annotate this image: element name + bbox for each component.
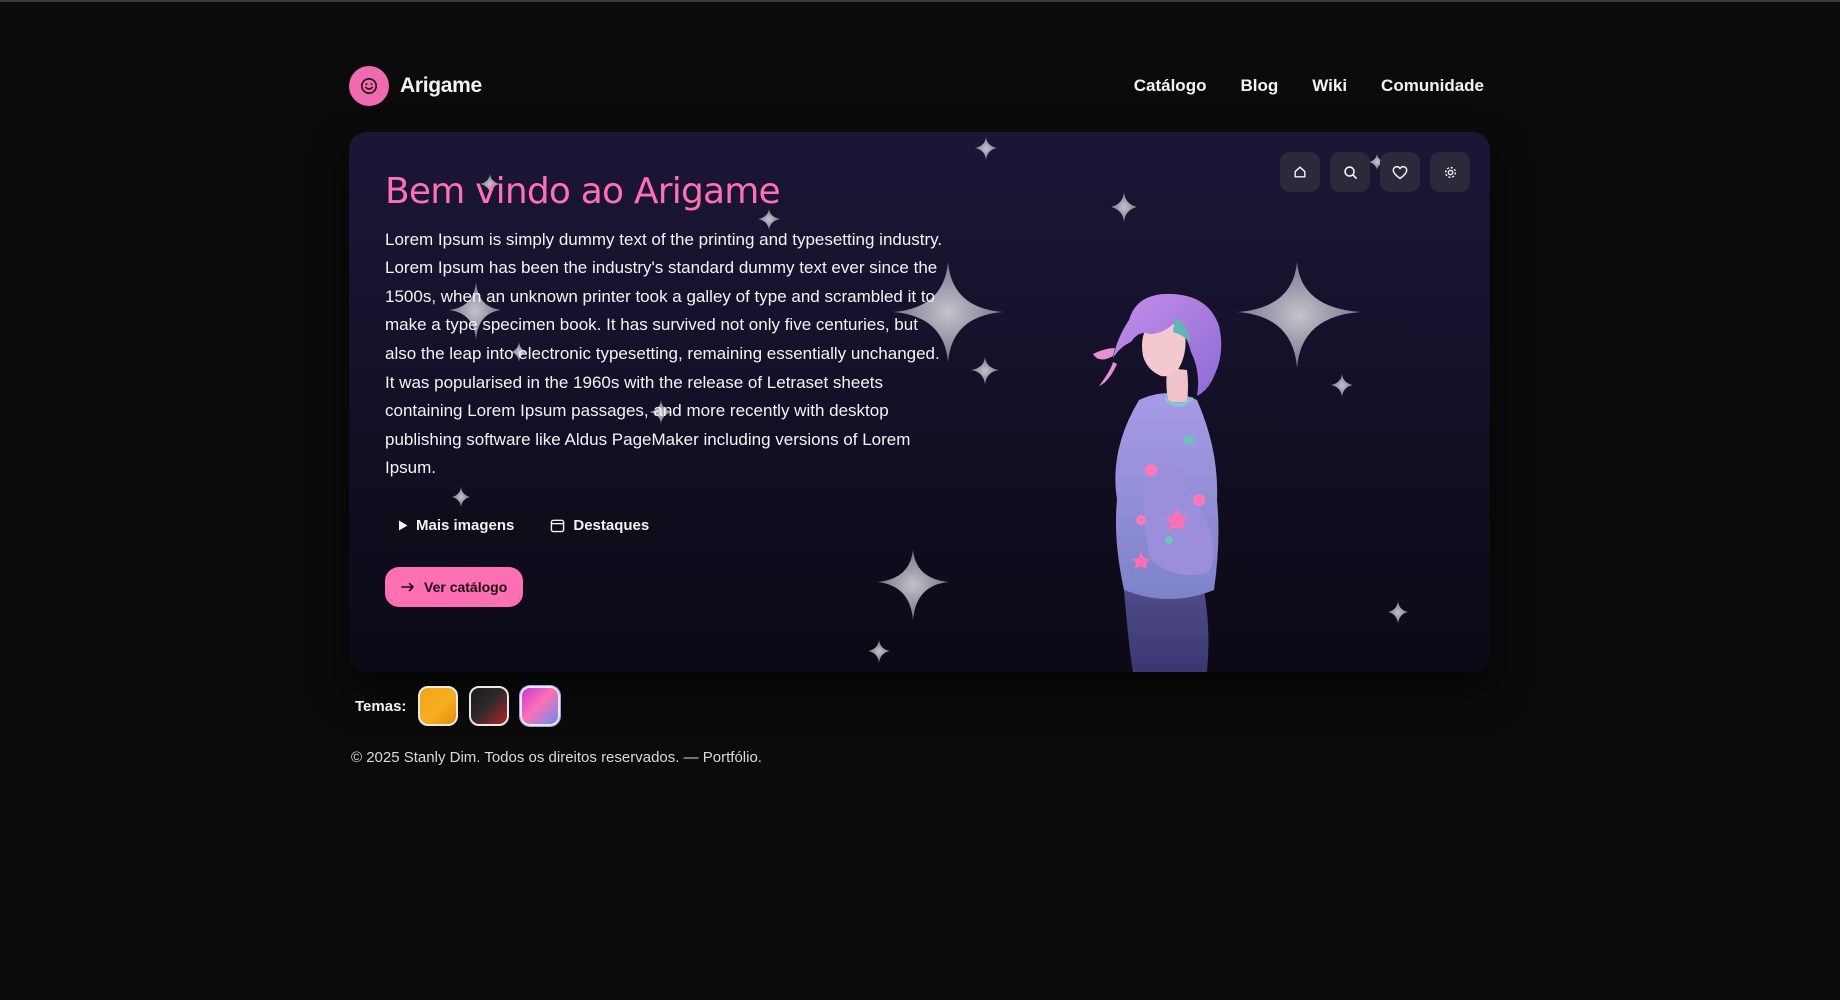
- highlights-label: Destaques: [573, 517, 650, 535]
- arrow-right-icon: [401, 582, 414, 592]
- favorite-button[interactable]: [1380, 152, 1420, 192]
- anime-character-illustration: [1093, 293, 1222, 672]
- hero-banner: Bem vindo ao Arigame Lorem Ipsum is simp…: [349, 132, 1490, 672]
- search-icon: [1343, 165, 1357, 179]
- calendar-icon: [551, 520, 565, 533]
- play-icon: [399, 520, 408, 531]
- hero-title: Bem vindo ao Arigame: [385, 171, 781, 212]
- smiley-icon: [349, 66, 389, 106]
- nav-link-catalogo[interactable]: Catálogo: [1134, 76, 1207, 96]
- brand[interactable]: Arigame: [349, 66, 482, 106]
- theme-selector: Temas:: [355, 686, 561, 726]
- top-border: [0, 0, 1840, 2]
- hero-description: Lorem Ipsum is simply dummy text of the …: [385, 229, 943, 478]
- nav-link-wiki[interactable]: Wiki: [1312, 76, 1347, 96]
- highlights-button[interactable]: Destaques: [537, 506, 663, 545]
- home-icon: [1294, 166, 1306, 178]
- gear-icon: [1444, 166, 1456, 178]
- heart-icon: [1392, 165, 1408, 179]
- theme-swatch-dark-red[interactable]: [469, 686, 510, 726]
- hero-chips: Mais imagens Destaques: [385, 506, 945, 545]
- view-catalog-label: Ver catálogo: [424, 578, 508, 595]
- nav-link-blog[interactable]: Blog: [1240, 76, 1278, 96]
- home-button[interactable]: [1280, 152, 1320, 192]
- nav-link-comunidade[interactable]: Comunidade: [1381, 76, 1484, 96]
- theme-swatch-pink-blue[interactable]: [520, 686, 561, 726]
- site-header: Arigame Catálogo Blog Wiki Comunidade: [349, 66, 1490, 106]
- settings-button[interactable]: [1430, 152, 1470, 192]
- search-button[interactable]: [1330, 152, 1370, 192]
- more-images-button[interactable]: Mais imagens: [385, 506, 528, 545]
- view-catalog-button[interactable]: Ver catálogo: [385, 566, 524, 607]
- theme-swatch-orange[interactable]: [418, 686, 459, 726]
- more-images-label: Mais imagens: [416, 517, 515, 535]
- themes-label: Temas:: [355, 697, 407, 715]
- hero-toolbar: [1280, 152, 1470, 192]
- main-nav: Catálogo Blog Wiki Comunidade: [1134, 76, 1484, 96]
- brand-name: Arigame: [400, 74, 482, 97]
- site-footer: © 2025 Stanly Dim. Todos os direitos res…: [351, 749, 762, 766]
- hero-content: Bem vindo ao Arigame Lorem Ipsum is simp…: [385, 172, 945, 607]
